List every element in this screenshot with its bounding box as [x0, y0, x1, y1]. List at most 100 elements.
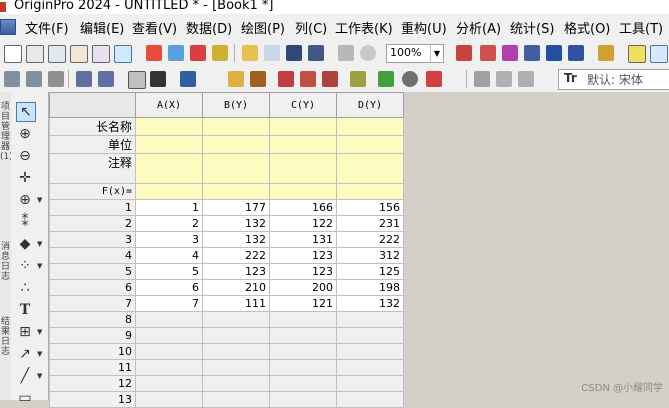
font-select[interactable]: Tr 默认: 宋体 [558, 69, 669, 90]
cell[interactable]: 125 [336, 263, 404, 280]
cell[interactable]: 111 [202, 295, 270, 312]
mask-icon[interactable] [322, 71, 338, 87]
cell[interactable]: 210 [202, 279, 270, 296]
new-function-icon[interactable] [146, 45, 162, 61]
stat-icon[interactable] [250, 71, 266, 87]
transpose-icon[interactable] [278, 71, 294, 87]
cell[interactable]: 166 [269, 199, 337, 216]
undo-arrow-icon[interactable] [4, 71, 20, 87]
zoom-out-icon[interactable]: ⊖ [16, 147, 34, 165]
cell[interactable] [202, 359, 270, 376]
zoom-select[interactable]: 100% ▼ [386, 44, 444, 63]
row-number[interactable]: 1 [49, 199, 136, 216]
cell[interactable]: 3 [135, 231, 203, 248]
cell[interactable] [135, 327, 203, 344]
function-plot-icon[interactable] [114, 45, 132, 63]
label-row-header[interactable]: 注释 [49, 153, 136, 184]
new-workbook-icon[interactable] [26, 45, 44, 63]
cell[interactable]: 132 [202, 215, 270, 232]
redo-arrow-icon[interactable] [26, 71, 42, 87]
chevron-down-icon[interactable]: ▼ [37, 240, 42, 248]
row-number[interactable]: 2 [49, 215, 136, 232]
cell[interactable]: 7 [135, 295, 203, 312]
message-log-tab[interactable]: 消息日志 [0, 242, 11, 282]
print-icon[interactable] [456, 45, 472, 61]
add-row-icon[interactable] [98, 71, 114, 87]
chevron-down-icon[interactable]: ▼ [430, 45, 443, 62]
row-number[interactable]: 12 [49, 375, 136, 392]
menu-plot[interactable]: 绘图(P) [241, 18, 285, 37]
label-cell[interactable] [336, 153, 404, 184]
cell[interactable] [135, 359, 203, 376]
menu-data[interactable]: 数据(D) [186, 18, 232, 37]
cell[interactable]: 123 [269, 247, 337, 264]
cell[interactable] [336, 359, 404, 376]
worksheet-menu-icon[interactable] [0, 19, 16, 35]
cell[interactable]: 121 [269, 295, 337, 312]
label-row-header[interactable]: F(x)= [49, 183, 136, 200]
label-cell[interactable] [336, 135, 404, 154]
cell[interactable] [135, 343, 203, 360]
label-cell[interactable] [269, 117, 337, 136]
cell[interactable]: 4 [135, 247, 203, 264]
menu-column[interactable]: 列(C) [295, 18, 327, 37]
cell[interactable]: 123 [269, 263, 337, 280]
menu-edit[interactable]: 编辑(E) [80, 18, 124, 37]
menu-analysis[interactable]: 分析(A) [456, 18, 501, 37]
save-template-icon[interactable] [308, 45, 324, 61]
app-center-icon[interactable] [598, 45, 614, 61]
cell[interactable] [202, 311, 270, 328]
new-sheet-icon[interactable] [48, 45, 66, 63]
cell[interactable]: 222 [202, 247, 270, 264]
arrow-tool-icon[interactable]: ↗ [16, 345, 34, 363]
select-all-corner[interactable] [49, 92, 136, 118]
text-tool-icon[interactable]: T [16, 301, 34, 319]
row-number[interactable]: 7 [49, 295, 136, 312]
cell[interactable] [336, 343, 404, 360]
cell[interactable]: 122 [269, 215, 337, 232]
column-header[interactable]: A(X) [135, 92, 203, 118]
new-layout-icon[interactable] [168, 45, 184, 61]
new-notes-icon[interactable] [190, 45, 206, 61]
cell[interactable]: 5 [135, 263, 203, 280]
chevron-down-icon[interactable]: ▼ [37, 262, 42, 270]
add-column-icon[interactable] [76, 71, 92, 87]
cell[interactable]: 231 [336, 215, 404, 232]
new-graph-icon[interactable] [92, 45, 110, 63]
cell[interactable] [269, 359, 337, 376]
cell[interactable]: 123 [202, 263, 270, 280]
cell[interactable] [202, 343, 270, 360]
label-row-header[interactable]: 单位 [49, 135, 136, 154]
save-icon[interactable] [286, 45, 302, 61]
row-number[interactable]: 9 [49, 327, 136, 344]
cell[interactable] [269, 343, 337, 360]
open-icon[interactable] [242, 45, 258, 61]
label-cell[interactable] [135, 183, 203, 200]
column-header[interactable]: B(Y) [202, 92, 270, 118]
cell[interactable]: 131 [269, 231, 337, 248]
label-cell[interactable] [336, 183, 404, 200]
cell[interactable]: 132 [202, 231, 270, 248]
new-project-icon[interactable] [4, 45, 22, 63]
row-number[interactable]: 3 [49, 231, 136, 248]
cut-icon[interactable] [474, 71, 490, 87]
chevron-down-icon[interactable]: ▼ [37, 196, 42, 204]
rectangle-tool-icon[interactable]: ▭ [16, 389, 34, 407]
cell[interactable]: 222 [336, 231, 404, 248]
command-window-icon[interactable] [546, 45, 562, 61]
cell[interactable]: 198 [336, 279, 404, 296]
line-tool-icon[interactable]: ╱ [16, 367, 34, 385]
row-number[interactable]: 10 [49, 343, 136, 360]
draw-data-icon[interactable]: ∴ [16, 279, 34, 297]
column-header[interactable]: C(Y) [269, 92, 337, 118]
results-log-icon[interactable] [502, 45, 518, 61]
cell[interactable]: 6 [135, 279, 203, 296]
move-icon[interactable] [378, 71, 394, 87]
label-cell[interactable] [135, 135, 203, 154]
copy-icon[interactable] [496, 71, 512, 87]
crosshair-icon[interactable]: ✛ [16, 169, 34, 187]
lock-icon[interactable] [402, 71, 418, 87]
cell[interactable] [269, 375, 337, 392]
fill-icon[interactable] [300, 71, 316, 87]
cell[interactable] [269, 327, 337, 344]
